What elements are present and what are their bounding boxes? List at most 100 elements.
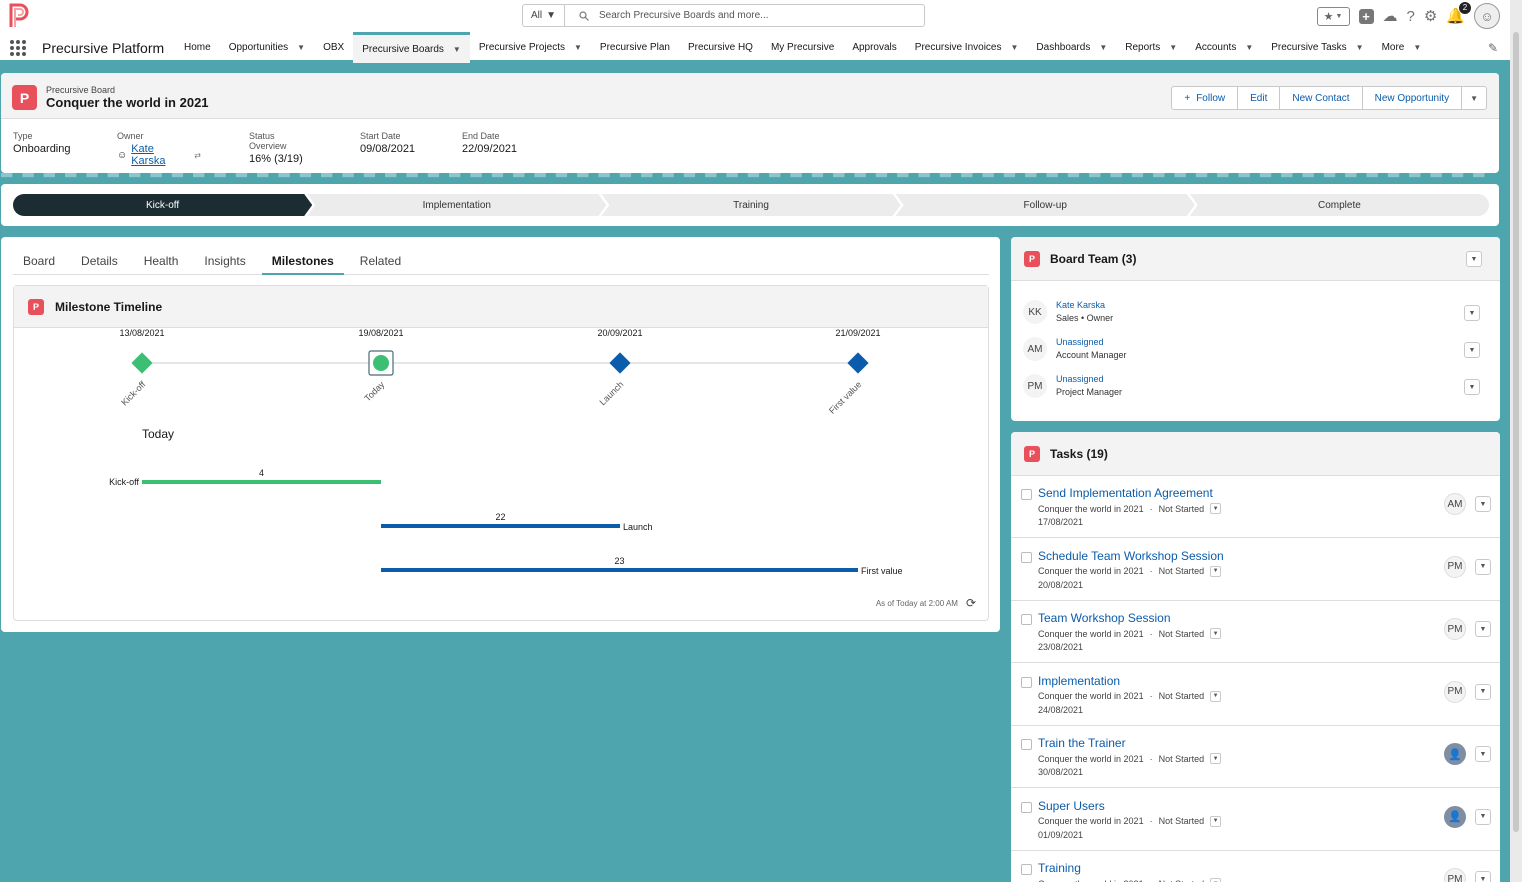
edit-nav-pencil-icon[interactable]: ✎ bbox=[1488, 41, 1498, 55]
more-actions-button[interactable]: ▼ bbox=[1462, 87, 1486, 109]
change-owner-icon[interactable]: ⇄ bbox=[194, 151, 201, 160]
chevron-down-icon[interactable]: ▼ bbox=[574, 43, 582, 52]
member-name-link[interactable]: Kate Karska bbox=[1056, 300, 1105, 310]
status-dropdown-button[interactable]: ▼ bbox=[1210, 878, 1222, 882]
task-title-link[interactable]: Training bbox=[1038, 861, 1081, 875]
board-team-menu-button[interactable]: ▼ bbox=[1466, 251, 1482, 267]
status-dropdown-button[interactable]: ▼ bbox=[1210, 628, 1222, 639]
path-step-kick-off[interactable]: Kick-off bbox=[13, 194, 312, 216]
precursive-logo[interactable] bbox=[6, 1, 32, 29]
follow-button[interactable]: + Follow bbox=[1172, 87, 1239, 109]
task-title-link[interactable]: Train the Trainer bbox=[1038, 736, 1126, 750]
chevron-down-icon[interactable]: ▼ bbox=[453, 45, 461, 54]
nav-item-precursive-projects[interactable]: Precursive Projects ▼ bbox=[470, 32, 591, 63]
refresh-icon[interactable]: ⟳ bbox=[966, 596, 976, 610]
nav-item-precursive-invoices[interactable]: Precursive Invoices ▼ bbox=[906, 32, 1028, 63]
nav-item-reports[interactable]: Reports ▼ bbox=[1116, 32, 1186, 63]
chevron-down-icon[interactable]: ▼ bbox=[1169, 43, 1177, 52]
nav-item-approvals[interactable]: Approvals bbox=[843, 32, 905, 63]
tab-insights[interactable]: Insights bbox=[194, 249, 255, 275]
status-dropdown-button[interactable]: ▼ bbox=[1210, 503, 1222, 514]
task-checkbox[interactable] bbox=[1021, 676, 1032, 688]
page-scrollbar[interactable] bbox=[1510, 0, 1522, 882]
task-title-link[interactable]: Super Users bbox=[1038, 799, 1105, 813]
edit-button[interactable]: Edit bbox=[1238, 87, 1281, 109]
chevron-down-icon[interactable]: ▼ bbox=[297, 43, 305, 52]
favorites-button[interactable]: ★ ▼ bbox=[1316, 6, 1350, 26]
task-menu-button[interactable]: ▼ bbox=[1475, 558, 1491, 575]
path-step-training[interactable]: Training bbox=[601, 194, 900, 216]
nav-item-opportunities[interactable]: Opportunities ▼ bbox=[220, 32, 314, 63]
task-menu-button[interactable]: ▼ bbox=[1475, 871, 1491, 882]
milestone-marker-diamond[interactable] bbox=[609, 352, 631, 374]
new-opportunity-button[interactable]: New Opportunity bbox=[1363, 87, 1463, 109]
task-title-link[interactable]: Implementation bbox=[1038, 674, 1120, 688]
nav-item-precursive-plan[interactable]: Precursive Plan bbox=[591, 32, 679, 63]
today-marker-circle[interactable] bbox=[373, 355, 389, 371]
scrollbar-thumb[interactable] bbox=[1513, 32, 1519, 832]
task-title-link[interactable]: Schedule Team Workshop Session bbox=[1038, 549, 1224, 563]
nav-item-dashboards[interactable]: Dashboards ▼ bbox=[1027, 32, 1116, 63]
setup-gear-icon[interactable]: ⚙ bbox=[1424, 7, 1437, 25]
status-dropdown-button[interactable]: ▼ bbox=[1210, 690, 1222, 702]
task-checkbox[interactable] bbox=[1021, 801, 1032, 813]
tab-milestones[interactable]: Milestones bbox=[261, 249, 344, 275]
task-checkbox[interactable] bbox=[1021, 551, 1032, 563]
milestone-marker-diamond[interactable] bbox=[131, 352, 153, 374]
tab-related[interactable]: Related bbox=[350, 249, 411, 275]
help-icon[interactable]: ? bbox=[1407, 8, 1415, 25]
chevron-down-icon[interactable]: ▼ bbox=[1413, 43, 1421, 52]
app-launcher-icon[interactable] bbox=[10, 40, 26, 56]
nav-item-precursive-tasks[interactable]: Precursive Tasks ▼ bbox=[1262, 32, 1372, 63]
chevron-down-icon[interactable]: ▼ bbox=[1245, 43, 1253, 52]
task-checkbox[interactable] bbox=[1021, 864, 1032, 875]
user-avatar[interactable]: ☺ bbox=[1474, 3, 1500, 29]
member-menu-button[interactable]: ▼ bbox=[1464, 379, 1480, 395]
path-step-implementation[interactable]: Implementation bbox=[307, 194, 606, 216]
task-menu-button[interactable]: ▼ bbox=[1475, 621, 1491, 637]
chevron-down-icon[interactable]: ▼ bbox=[1010, 43, 1018, 52]
milestone-timeline-chart: 13/08/2021 Kick-off 19/08/2021 Today 20/09/2… bbox=[109, 328, 902, 576]
notifications-bell-icon[interactable]: 🔔 2 bbox=[1446, 2, 1471, 25]
status-dropdown-button[interactable]: ▼ bbox=[1210, 565, 1222, 577]
nav-item-my-precursive[interactable]: My Precursive bbox=[762, 32, 843, 63]
member-name-link[interactable]: Unassigned bbox=[1056, 374, 1104, 384]
tab-health[interactable]: Health bbox=[134, 249, 189, 275]
member-name-link[interactable]: Unassigned bbox=[1056, 337, 1104, 347]
owner-link[interactable]: Kate Karska bbox=[131, 143, 190, 167]
task-checkbox[interactable] bbox=[1021, 739, 1032, 750]
search-input[interactable]: Search Precursive Boards and more... bbox=[565, 5, 924, 26]
status-dropdown-button[interactable]: ▼ bbox=[1210, 815, 1222, 827]
task-row: Train the Trainer Conquer the world in 20… bbox=[1011, 726, 1500, 788]
status-dropdown-button[interactable]: ▼ bbox=[1210, 753, 1222, 764]
task-menu-button[interactable]: ▼ bbox=[1475, 496, 1491, 512]
chevron-down-icon[interactable]: ▼ bbox=[1356, 43, 1364, 52]
search-scope-dropdown[interactable]: All ▼ bbox=[523, 5, 565, 26]
milestone-marker-diamond[interactable] bbox=[847, 352, 869, 374]
trailhead-icon[interactable]: ☁ bbox=[1383, 7, 1398, 25]
task-checkbox[interactable] bbox=[1021, 489, 1032, 500]
nav-item-precursive-hq[interactable]: Precursive HQ bbox=[679, 32, 762, 63]
tab-details[interactable]: Details bbox=[71, 249, 128, 275]
member-menu-button[interactable]: ▼ bbox=[1464, 305, 1480, 321]
task-menu-button[interactable]: ▼ bbox=[1475, 683, 1491, 700]
task-menu-button[interactable]: ▼ bbox=[1475, 808, 1491, 825]
nav-item-home[interactable]: Home bbox=[175, 32, 220, 63]
tab-board[interactable]: Board bbox=[13, 249, 65, 275]
chevron-down-icon: ▼ bbox=[1470, 93, 1478, 103]
global-header: All ▼ Search Precursive Boards and more.… bbox=[0, 0, 1522, 32]
nav-item-obx[interactable]: OBX bbox=[314, 32, 353, 63]
nav-item-precursive-boards[interactable]: Precursive Boards ▼ bbox=[353, 32, 470, 63]
task-title-link[interactable]: Team Workshop Session bbox=[1038, 611, 1171, 625]
global-actions-icon[interactable]: + bbox=[1358, 8, 1374, 24]
nav-item-more[interactable]: More ▼ bbox=[1373, 32, 1431, 63]
nav-item-accounts[interactable]: Accounts ▼ bbox=[1186, 32, 1262, 63]
chevron-down-icon[interactable]: ▼ bbox=[1099, 43, 1107, 52]
member-menu-button[interactable]: ▼ bbox=[1464, 342, 1480, 358]
task-checkbox[interactable] bbox=[1021, 614, 1032, 625]
path-step-complete[interactable]: Complete bbox=[1189, 194, 1490, 216]
task-menu-button[interactable]: ▼ bbox=[1475, 746, 1491, 762]
task-title-link[interactable]: Send Implementation Agreement bbox=[1038, 486, 1213, 500]
new-contact-button[interactable]: New Contact bbox=[1280, 87, 1363, 109]
path-step-follow-up[interactable]: Follow-up bbox=[896, 194, 1195, 216]
